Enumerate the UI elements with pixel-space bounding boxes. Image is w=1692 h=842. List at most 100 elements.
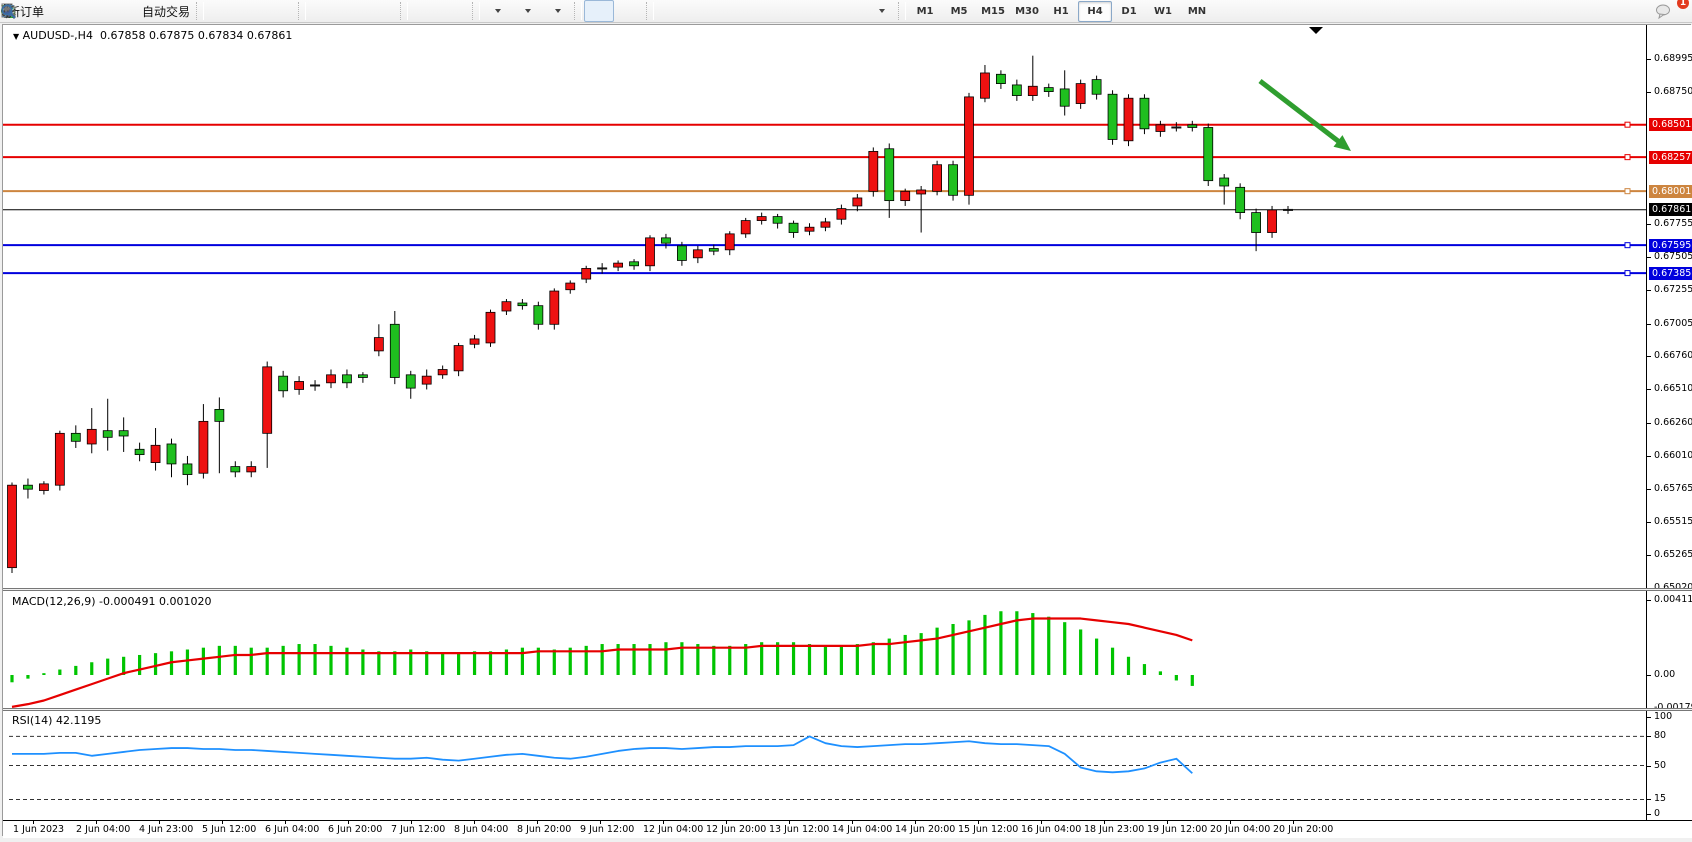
main-toolbar: 新订单 自动交易 (0, 0, 1692, 23)
candle-body (789, 223, 798, 232)
time-axis-label: 20 Jun 20:00 (1273, 824, 1333, 835)
candle-body (1268, 210, 1277, 233)
candle-body (470, 339, 479, 344)
fibonacci-tool-button[interactable]: F (776, 0, 806, 22)
dropdown-arrow-icon (879, 9, 885, 13)
candle-body (295, 381, 304, 389)
indicators-menu-button[interactable] (482, 0, 512, 22)
price-tick-label: 0.65515 (1654, 516, 1692, 528)
arrows-tool-button[interactable] (866, 0, 896, 22)
signals-button[interactable] (108, 0, 138, 22)
time-axis-label: 7 Jun 12:00 (391, 824, 445, 835)
periods-menu-button[interactable] (512, 0, 542, 22)
candle-body (821, 222, 830, 227)
auto-scroll-button[interactable] (410, 0, 440, 22)
notifications-button[interactable]: 1 (1654, 0, 1684, 22)
price-panel[interactable] (3, 25, 1646, 589)
timeframe-button-w1[interactable]: W1 (1146, 1, 1180, 22)
macd-histogram-bar (218, 646, 221, 675)
candle-body (1156, 125, 1165, 132)
current-price-label: 0.67861 (1649, 203, 1692, 216)
timeframe-button-m30[interactable]: M30 (1010, 1, 1044, 22)
vertical-line-tool-button[interactable] (656, 0, 686, 22)
search-button[interactable] (1618, 0, 1648, 22)
macd-histogram-bar (601, 644, 604, 675)
candle-body (1076, 84, 1085, 104)
bar-chart-mode-button[interactable] (206, 0, 236, 22)
macd-histogram-bar (1095, 639, 1098, 675)
candle-body (199, 421, 208, 473)
equidistant-channel-tool-button[interactable]: E (746, 0, 776, 22)
rsi-panel[interactable] (3, 711, 1646, 820)
crosshair-tool-button[interactable] (614, 0, 644, 22)
time-axis-label: 16 Jun 04:00 (1021, 824, 1081, 835)
candle-body (55, 433, 64, 485)
candle-body (869, 151, 878, 191)
macd-histogram-bar (1143, 664, 1146, 675)
autotrading-button[interactable]: 自动交易 (138, 0, 194, 22)
cursor-tool-button[interactable] (584, 0, 614, 22)
macd-histogram-bar (967, 620, 970, 675)
time-axis-label: 14 Jun 04:00 (832, 824, 892, 835)
timeframe-button-m5[interactable]: M5 (942, 1, 976, 22)
candle-body (342, 375, 351, 383)
macd-histogram-bar (1031, 613, 1034, 675)
data-window-button[interactable] (78, 0, 108, 22)
timeframe-button-h1[interactable]: H1 (1044, 1, 1078, 22)
macd-histogram-bar (999, 611, 1002, 675)
panel-divider[interactable] (3, 588, 1692, 591)
candle-body (566, 283, 575, 290)
trend-arrow (1260, 81, 1343, 145)
toolbar-separator (400, 2, 408, 20)
timeframe-button-mn[interactable]: MN (1180, 1, 1214, 22)
time-axis[interactable]: 1 Jun 20232 Jun 04:004 Jun 23:005 Jun 12… (3, 820, 1692, 838)
candle-body (837, 209, 846, 220)
candle-body (741, 221, 750, 234)
macd-histogram-bar (42, 673, 45, 675)
candle-body (263, 367, 272, 433)
chart-shift-button[interactable] (440, 0, 470, 22)
time-axis-label: 12 Jun 04:00 (643, 824, 703, 835)
tile-windows-button[interactable] (368, 0, 398, 22)
time-axis-label: 6 Jun 04:00 (265, 824, 319, 835)
market-watch-button[interactable] (48, 0, 78, 22)
candle-body (374, 338, 383, 351)
macd-histogram-bar (10, 675, 13, 682)
templates-menu-button[interactable] (542, 0, 572, 22)
macd-histogram-bar (1079, 629, 1082, 675)
macd-histogram-bar (792, 642, 795, 675)
timeframe-button-h4[interactable]: H4 (1078, 1, 1112, 22)
chart-collapse-icon[interactable]: ▼ (13, 32, 19, 41)
toolbar-separator (298, 2, 306, 20)
candle-body (438, 370, 447, 375)
candle-body (390, 324, 399, 377)
rsi-tick-label: 100 (1654, 711, 1672, 723)
candle-body (534, 306, 543, 325)
candle-body (1092, 80, 1101, 95)
price-tick-label: 0.68995 (1654, 53, 1692, 65)
time-axis-label: 19 Jun 12:00 (1147, 824, 1207, 835)
zoom-in-button[interactable] (308, 0, 338, 22)
timeframe-button-m1[interactable]: M1 (908, 1, 942, 22)
panel-divider[interactable] (3, 708, 1692, 711)
timeframe-button-d1[interactable]: D1 (1112, 1, 1146, 22)
timeframe-button-m15[interactable]: M15 (976, 1, 1010, 22)
macd-panel[interactable] (3, 592, 1646, 709)
toolbar-separator (898, 2, 906, 20)
candle-body (327, 375, 336, 383)
macd-histogram-bar (951, 624, 954, 675)
candlestick-mode-button[interactable] (236, 0, 266, 22)
time-axis-label: 9 Jun 12:00 (580, 824, 634, 835)
candle-body (247, 467, 256, 472)
trendline-tool-button[interactable] (716, 0, 746, 22)
search-icon (0, 3, 17, 20)
hline-price-label: 0.68501 (1649, 118, 1692, 131)
time-axis-label: 2 Jun 04:00 (76, 824, 130, 835)
macd-histogram-bar (393, 651, 396, 675)
line-chart-mode-button[interactable] (266, 0, 296, 22)
text-label-tool-button[interactable]: T (836, 0, 866, 22)
horizontal-line-tool-button[interactable] (686, 0, 716, 22)
zoom-out-button[interactable] (338, 0, 368, 22)
text-tool-button[interactable]: A (806, 0, 836, 22)
ohlc-values: 0.67858 0.67875 0.67834 0.67861 (100, 29, 292, 42)
